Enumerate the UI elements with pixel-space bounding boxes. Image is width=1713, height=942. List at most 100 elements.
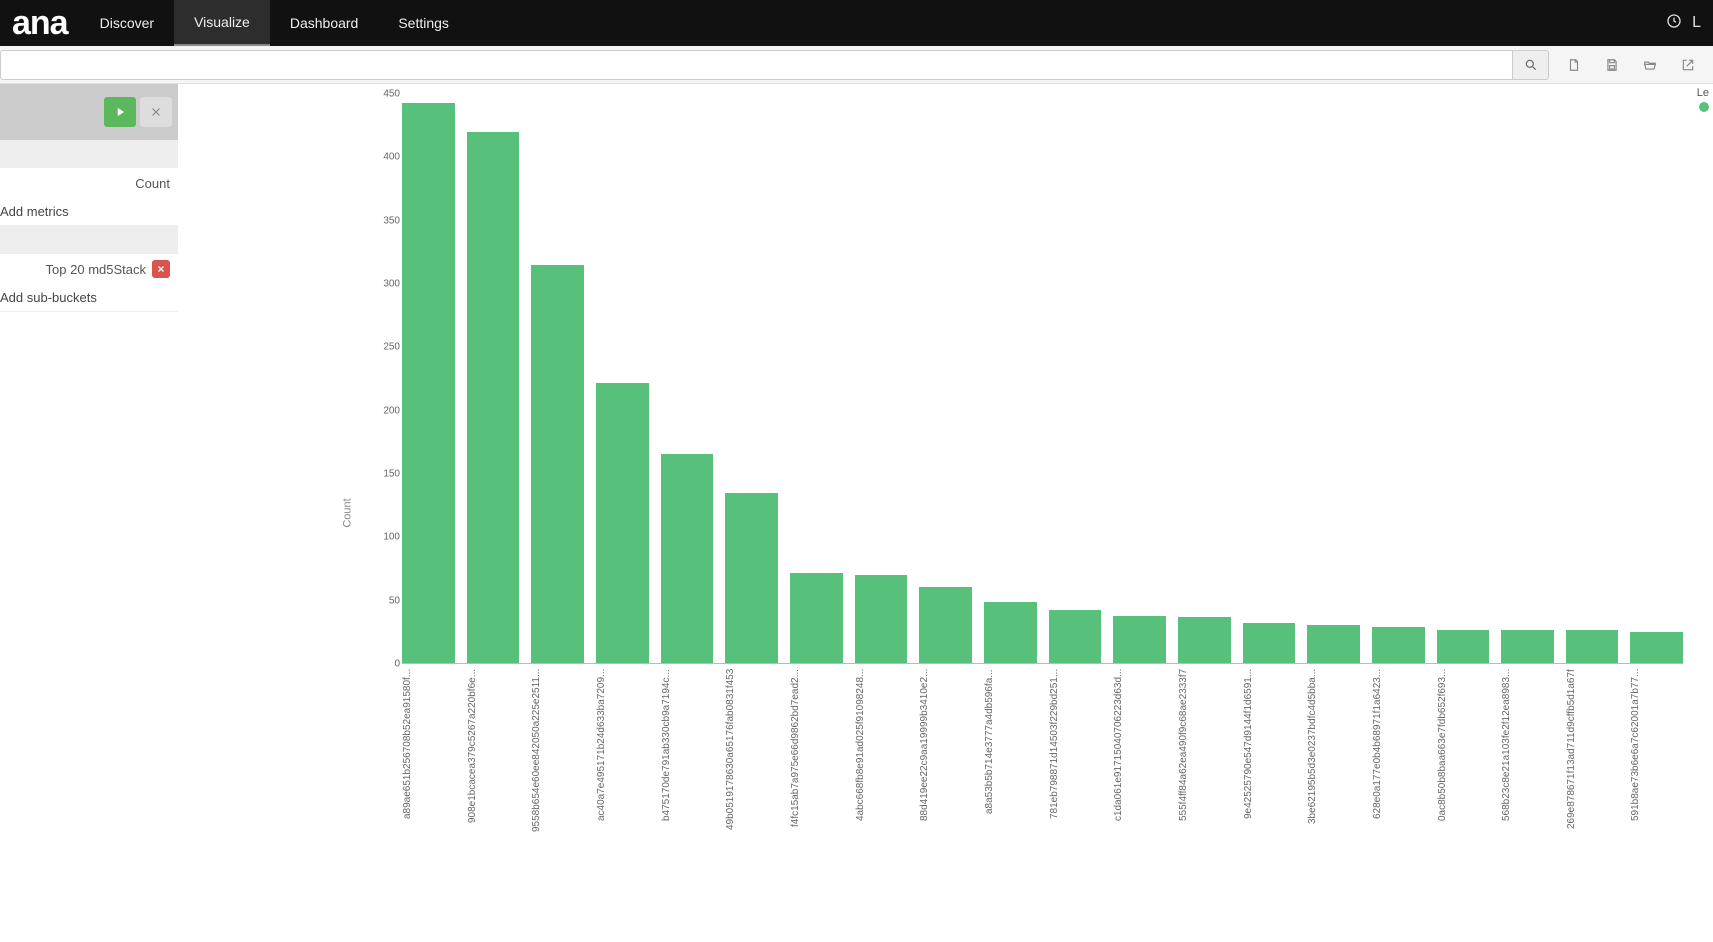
bar[interactable] [725,493,778,664]
bar[interactable] [1501,630,1554,664]
discard-button[interactable] [140,97,172,127]
sidebar-controls [0,84,178,140]
y-tick: 100 [383,532,400,543]
buckets-header [0,226,178,254]
bar[interactable] [596,383,649,664]
search-box [0,50,1513,80]
bar[interactable] [661,454,714,664]
x-tick-label: 781eb798871d14503f229bd251... [1049,669,1102,919]
filter-bar [0,46,1713,84]
y-tick: 300 [383,279,400,290]
bar[interactable] [467,132,520,664]
y-tick: 450 [383,89,400,100]
bar[interactable] [1566,630,1619,664]
x-tick-label: b475170de791ab330cb9a7194c... [661,669,714,919]
remove-agg-button[interactable] [152,260,170,278]
search-input[interactable] [1,51,1512,79]
x-axis-agg-row[interactable]: Top 20 md5Stack [0,254,178,284]
save-icon [1605,58,1619,72]
x-tick-label: 9e42525790e547d9144f1d6591... [1243,669,1296,919]
y-axis-ticks: 050100150200250300350400450 [372,94,400,664]
metrics-section: Count Add metrics [0,140,178,226]
x-tick-label: 4abc668fb8e91ad025f91098248... [855,669,908,919]
nav-right: L [1666,0,1713,46]
search-icon [1524,58,1538,72]
nav-tab-discover[interactable]: Discover [80,0,174,46]
close-icon [149,105,163,119]
y-axis-label: Count [341,498,353,527]
x-tick-label: 3be62195b5d3e0237bdfc4d5bba... [1307,669,1360,919]
bar[interactable] [790,573,843,664]
bar[interactable] [1178,617,1231,664]
x-tick-label: 269e878671f13ad711d9cffb5d1a67f [1566,669,1619,919]
bar[interactable] [1630,632,1683,664]
bar[interactable] [984,602,1037,664]
folder-open-icon [1643,58,1657,72]
x-tick-label: ac40a7e495171b24d633ba7209... [596,669,649,919]
add-metrics-button[interactable]: Add metrics [0,198,178,225]
top-nav: ana Discover Visualize Dashboard Setting… [0,0,1713,46]
y-tick: 150 [383,469,400,480]
bar[interactable] [1372,627,1425,664]
new-vis-button[interactable] [1557,50,1591,80]
y-tick: 400 [383,152,400,163]
x-axis-agg-label: Top 20 md5Stack [46,262,146,277]
share-icon [1681,58,1695,72]
bar[interactable] [1437,630,1490,664]
remove-icon [156,264,166,274]
x-tick-label: 568b23c8e21a103fe2f12ea8983... [1501,669,1554,919]
bar[interactable] [1307,625,1360,664]
metric-agg-label: Count [135,176,170,191]
app-logo: ana [0,0,80,46]
y-tick: 50 [389,595,400,606]
y-tick: 0 [394,659,400,670]
nav-tab-dashboard[interactable]: Dashboard [270,0,379,46]
chart-legend[interactable]: Le [1697,86,1709,114]
vis-toolbar [1549,50,1713,80]
x-tick-label: 555f4ff84a62ea490f9c68ae2333f7 [1178,669,1231,919]
bar[interactable] [1113,616,1166,664]
bar[interactable] [1049,610,1102,664]
x-tick-label: a89ae651b256708b52ea91580f... [402,669,455,919]
x-tick-label: 9558b654e60ee842050a225e2511... [531,669,584,919]
x-tick-label: 591b8ae73b6e6a7c62001a7b77... [1630,669,1683,919]
chart-area: Le Count 050100150200250300350400450 a89… [178,84,1713,942]
x-tick-label: 88d419ee22c9aa19999b3410e2... [919,669,972,919]
y-tick: 250 [383,342,400,353]
apply-button[interactable] [104,97,136,127]
time-picker-label[interactable]: L [1692,14,1701,32]
bar[interactable] [402,103,455,664]
y-tick: 200 [383,405,400,416]
nav-tab-settings[interactable]: Settings [378,0,469,46]
x-tick-label: a8a53b5b714e3777a4db596fa... [984,669,1037,919]
x-tick-label: 628e0a177e0b4b68971f1a6423... [1372,669,1425,919]
x-tick-label: 49b0519178630a65176fab0831f453 [725,669,778,919]
chart-plot: 050100150200250300350400450 [402,94,1683,664]
save-button[interactable] [1595,50,1629,80]
clock-icon[interactable] [1666,13,1682,34]
x-axis-line [402,663,1683,664]
play-icon [113,105,127,119]
metrics-header [0,140,178,168]
nav-tab-visualize[interactable]: Visualize [174,0,270,46]
bar[interactable] [531,265,584,664]
buckets-section: Top 20 md5Stack Add sub-buckets [0,226,178,312]
x-tick-label: 0ac8b50b8baa663e7fdb652f693... [1437,669,1490,919]
x-axis-labels: a89ae651b256708b52ea91580f...908e1bcacea… [402,669,1683,919]
x-tick-label: 908e1bcacea379c5267a220bf6e... [467,669,520,919]
x-tick-label: f4fc15ab7a975e66d9862bd7ead2... [790,669,843,919]
search-button[interactable] [1513,50,1549,80]
bar[interactable] [855,575,908,664]
legend-title: Le [1697,87,1709,99]
share-button[interactable] [1671,50,1705,80]
bar[interactable] [919,587,972,664]
bar[interactable] [1243,623,1296,664]
vis-editor-sidebar: Count Add metrics Top 20 md5Stack Add su… [0,84,178,942]
metric-agg-row[interactable]: Count [0,168,178,198]
y-tick: 350 [383,215,400,226]
x-tick-label: c1da061e91715040706223d63d... [1113,669,1166,919]
bars-container [402,94,1683,664]
new-doc-icon [1567,58,1581,72]
open-button[interactable] [1633,50,1667,80]
add-sub-buckets-button[interactable]: Add sub-buckets [0,284,178,311]
